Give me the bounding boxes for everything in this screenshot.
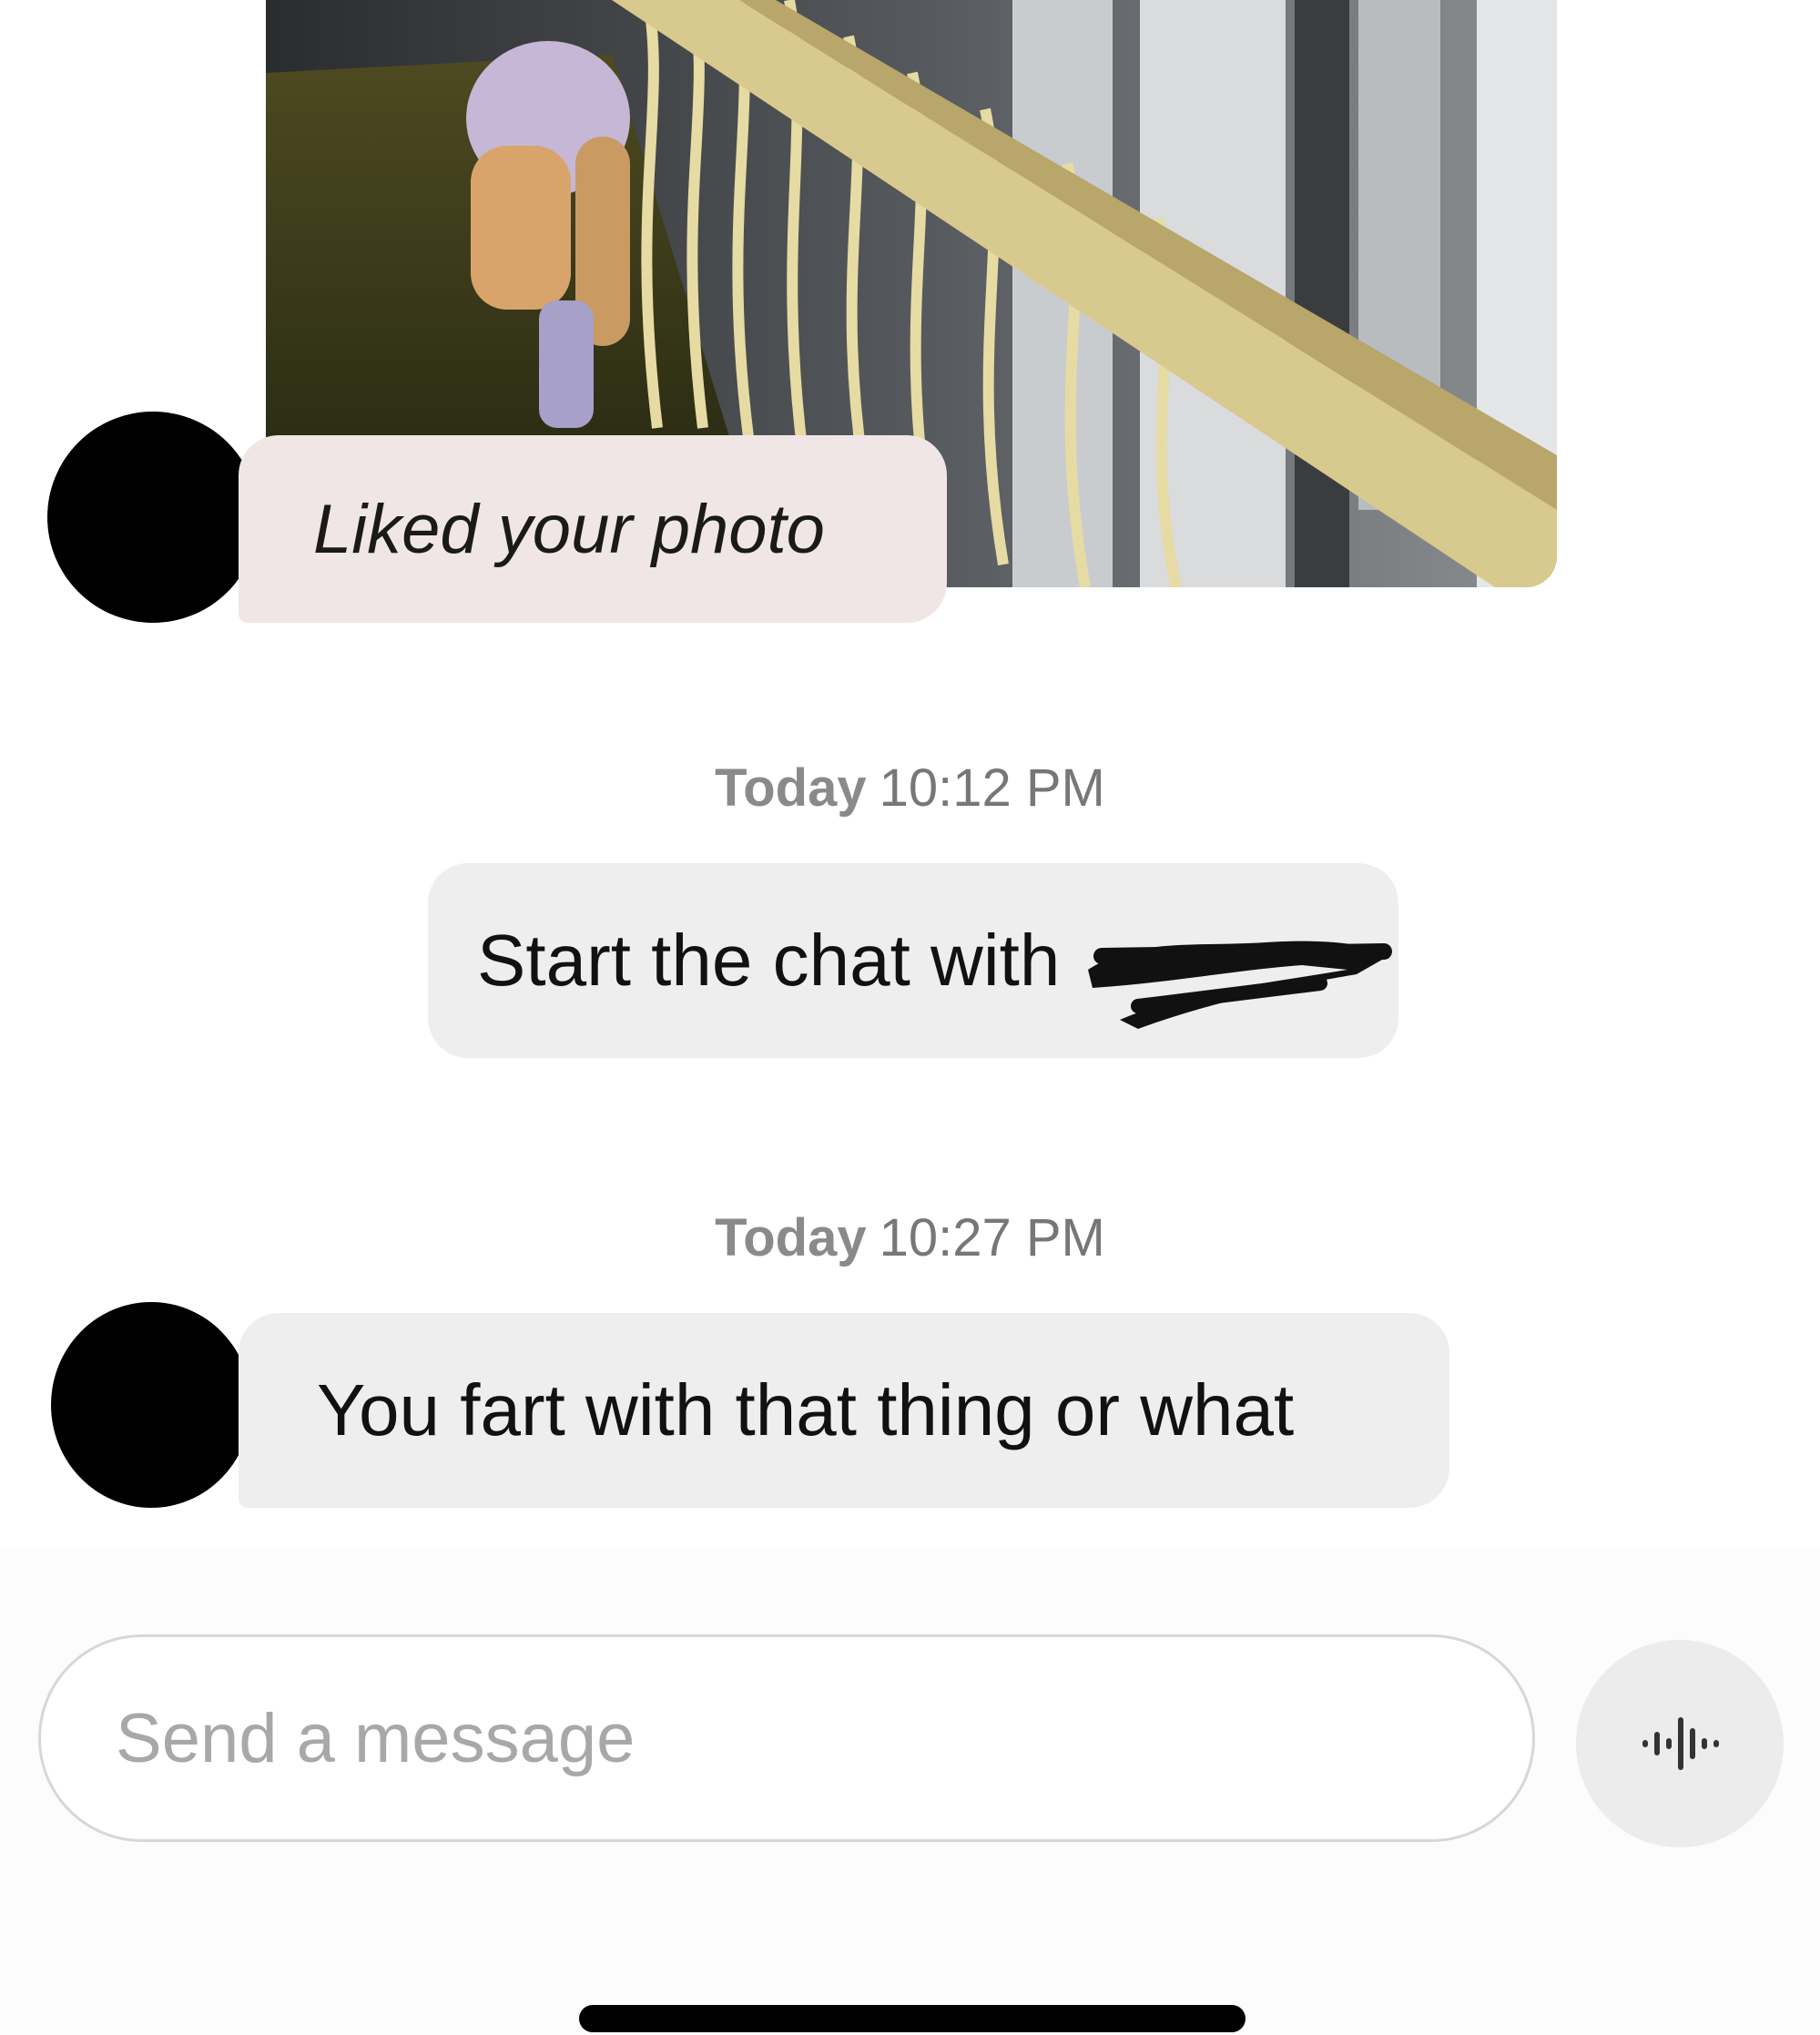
home-indicator bbox=[579, 2005, 1246, 2032]
voice-waveform-icon bbox=[1642, 1717, 1719, 1770]
sender-avatar[interactable] bbox=[47, 412, 259, 623]
timestamp-day: Today bbox=[715, 1208, 867, 1267]
redaction-scribble bbox=[1088, 941, 1392, 1029]
message-input[interactable] bbox=[38, 1634, 1535, 1842]
voice-message-button[interactable] bbox=[1576, 1640, 1784, 1847]
incoming-message-bubble[interactable]: You fart with that thing or what bbox=[239, 1313, 1449, 1508]
message-composer bbox=[0, 1548, 1820, 2035]
liked-photo-bubble: Liked your photo bbox=[239, 435, 947, 623]
liked-photo-text: Liked your photo bbox=[313, 490, 825, 568]
start-chat-text: Start the chat with bbox=[477, 920, 1061, 1001]
timestamp: Today 10:27 PM bbox=[0, 1207, 1820, 1268]
timestamp-time: 10:27 PM bbox=[879, 1208, 1105, 1267]
timestamp-day: Today bbox=[715, 758, 867, 818]
sender-avatar[interactable] bbox=[51, 1302, 251, 1508]
incoming-message-text: You fart with that thing or what bbox=[317, 1369, 1295, 1450]
timestamp: Today 10:12 PM bbox=[0, 758, 1820, 819]
timestamp-time: 10:12 PM bbox=[879, 758, 1105, 818]
